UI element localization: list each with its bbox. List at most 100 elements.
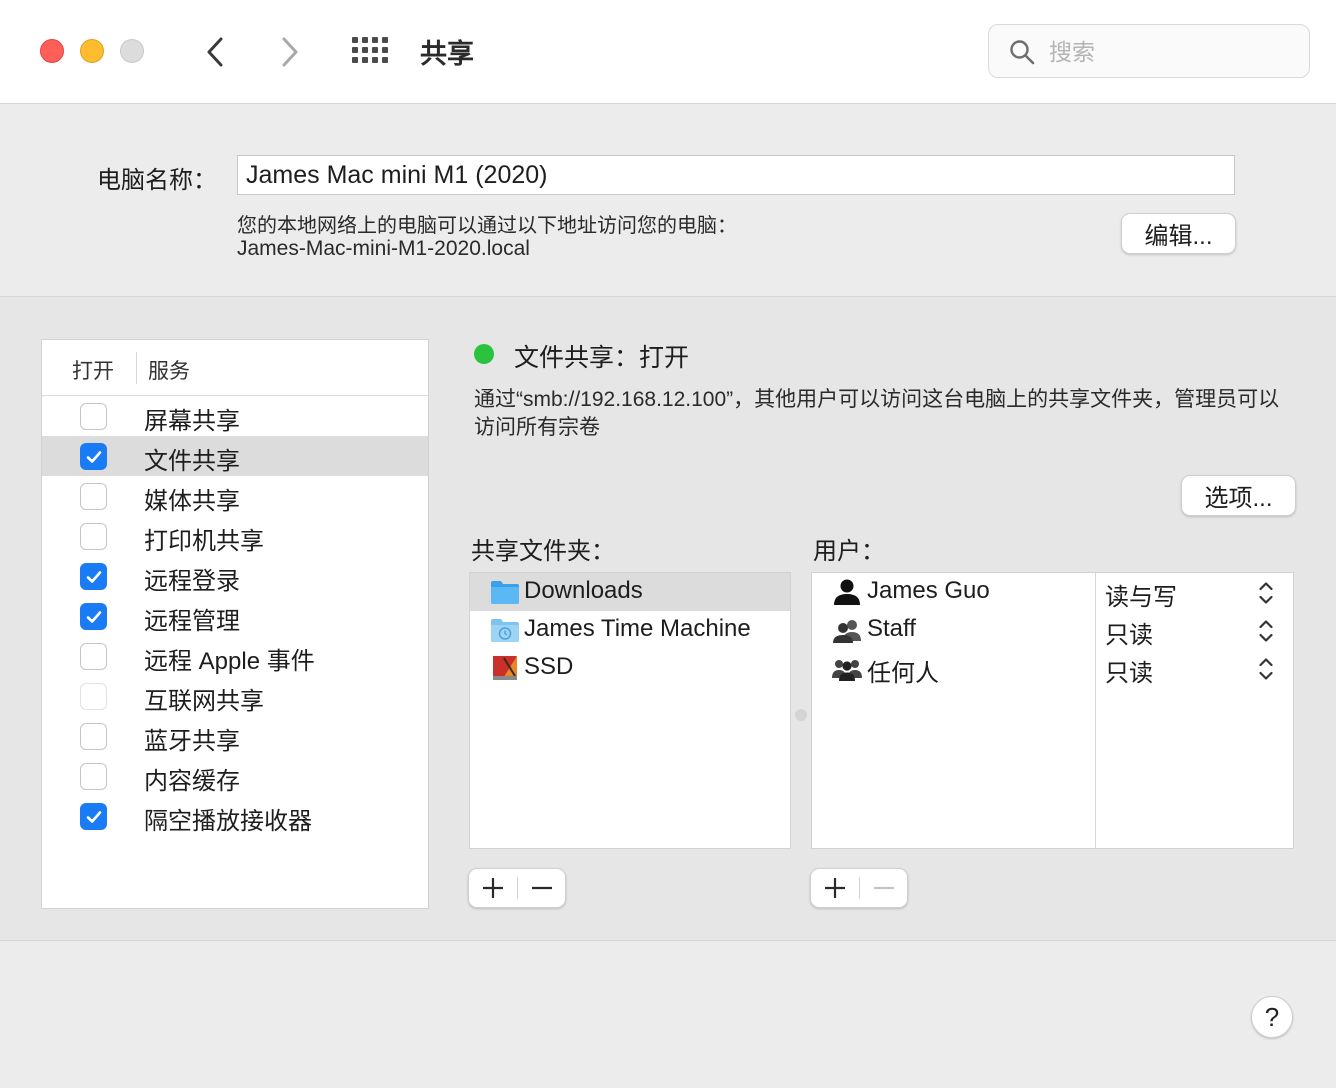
service-row[interactable]: 隔空播放接收器 xyxy=(42,796,428,836)
add-user-button[interactable] xyxy=(811,869,859,907)
service-label: 远程登录 xyxy=(144,568,240,595)
service-checkbox[interactable] xyxy=(80,563,107,590)
chevron-left-icon xyxy=(207,37,223,67)
service-checkbox[interactable] xyxy=(80,643,107,670)
user-permission-select[interactable]: 读与写 xyxy=(1105,577,1177,612)
service-checkbox[interactable] xyxy=(80,763,107,790)
user-row[interactable]: Staff 只读 xyxy=(812,611,1293,649)
user-permission-select[interactable]: 只读 xyxy=(1105,653,1153,688)
close-window-button[interactable] xyxy=(40,39,64,63)
checkmark-icon xyxy=(86,610,101,623)
service-row[interactable]: 屏幕共享 xyxy=(42,396,428,436)
service-row[interactable]: 远程 Apple 事件 xyxy=(42,636,428,676)
user-name: James Guo xyxy=(867,577,990,604)
user-row[interactable]: 任何人 只读 xyxy=(812,649,1293,687)
service-checkbox[interactable] xyxy=(80,523,107,550)
service-label: 内容缓存 xyxy=(144,768,240,795)
users-list: James Guo 读与写 Staff 只读任何人 只读 xyxy=(811,572,1294,849)
service-label: 隔空播放接收器 xyxy=(144,808,312,835)
back-button[interactable] xyxy=(193,28,237,76)
service-label: 媒体共享 xyxy=(144,488,240,515)
service-row[interactable]: 内容缓存 xyxy=(42,756,428,796)
service-checkbox[interactable] xyxy=(80,603,107,630)
everyone-icon xyxy=(832,654,862,682)
service-checkbox[interactable] xyxy=(80,803,107,830)
search-input[interactable] xyxy=(1047,35,1301,69)
status-title: 文件共享：打开 xyxy=(514,344,690,372)
shared-folders-list: Downloads James Time Machine SSD xyxy=(469,572,791,849)
minus-icon xyxy=(874,886,894,890)
folder-icon xyxy=(490,579,520,605)
pane-splitter-handle[interactable] xyxy=(795,709,807,721)
status-description: 通过“smb://192.168.12.100”，其他用户可以访问这台电脑上的共… xyxy=(474,388,1280,439)
checkmark-icon xyxy=(86,810,101,823)
service-row[interactable]: 远程登录 xyxy=(42,556,428,596)
chevron-right-icon xyxy=(282,37,298,67)
user-name: 任何人 xyxy=(867,660,939,687)
service-label: 远程管理 xyxy=(144,608,240,635)
service-label: 远程 Apple 事件 xyxy=(144,648,315,675)
shared-folders-label: 共享文件夹： xyxy=(471,538,615,565)
options-button[interactable]: 选项... xyxy=(1181,475,1296,516)
service-checkbox[interactable] xyxy=(80,403,107,430)
updown-chevron-icon[interactable] xyxy=(1258,656,1274,682)
edit-button[interactable]: 编辑... xyxy=(1121,213,1236,254)
search-field[interactable] xyxy=(988,24,1310,78)
column-header-service[interactable]: 服务 xyxy=(148,355,190,385)
user-permission-select[interactable]: 只读 xyxy=(1105,615,1153,650)
remove-folder-button[interactable] xyxy=(518,869,566,907)
plus-icon xyxy=(825,878,845,898)
zoom-window-button[interactable] xyxy=(120,39,144,63)
shared-folder-row[interactable]: Downloads xyxy=(470,573,790,611)
minimize-window-button[interactable] xyxy=(80,39,104,63)
service-checkbox[interactable] xyxy=(80,683,107,710)
user-row[interactable]: James Guo 读与写 xyxy=(812,573,1293,611)
service-label: 屏幕共享 xyxy=(144,408,240,435)
column-divider xyxy=(136,352,137,384)
shared-folder-row[interactable]: SSD xyxy=(470,649,790,687)
forward-button[interactable] xyxy=(268,28,312,76)
shared-folder-label: SSD xyxy=(524,653,574,680)
users-add-remove-control xyxy=(810,868,908,908)
services-list-header: 打开 服务 xyxy=(42,340,428,396)
toolbar: 共享 xyxy=(0,0,1336,104)
add-folder-button[interactable] xyxy=(469,869,517,907)
drive-icon xyxy=(490,655,520,681)
service-row[interactable]: 打印机共享 xyxy=(42,516,428,556)
service-label: 文件共享 xyxy=(144,448,240,475)
shared-folder-row[interactable]: James Time Machine xyxy=(470,611,790,649)
help-button[interactable]: ? xyxy=(1251,996,1293,1038)
checkmark-icon xyxy=(86,450,101,463)
computer-name-field[interactable] xyxy=(237,155,1235,195)
local-address: James-Mac-mini-M1-2020.local xyxy=(237,237,530,260)
service-label: 互联网共享 xyxy=(144,688,264,715)
updown-chevron-icon[interactable] xyxy=(1258,580,1274,606)
service-row[interactable]: 远程管理 xyxy=(42,596,428,636)
user-icon xyxy=(832,578,862,606)
shared-folder-label: James Time Machine xyxy=(524,615,751,642)
search-icon xyxy=(1010,40,1035,65)
group-icon xyxy=(832,616,862,644)
computer-name-label: 电脑名称： xyxy=(97,167,217,194)
status-indicator xyxy=(474,344,494,364)
plus-icon xyxy=(483,878,503,898)
service-row[interactable]: 蓝牙共享 xyxy=(42,716,428,756)
service-checkbox[interactable] xyxy=(80,443,107,470)
service-checkbox[interactable] xyxy=(80,483,107,510)
remove-user-button[interactable] xyxy=(860,869,908,907)
shared-folder-label: Downloads xyxy=(524,577,643,604)
updown-chevron-icon[interactable] xyxy=(1258,618,1274,644)
service-row[interactable]: 文件共享 xyxy=(42,436,428,476)
service-row[interactable]: 互联网共享 xyxy=(42,676,428,716)
service-checkbox[interactable] xyxy=(80,723,107,750)
service-label: 蓝牙共享 xyxy=(144,728,240,755)
time-machine-folder-icon xyxy=(490,617,520,643)
minus-icon xyxy=(532,886,552,890)
show-all-grid-icon[interactable] xyxy=(352,37,390,67)
column-header-on[interactable]: 打开 xyxy=(72,355,114,385)
window-title: 共享 xyxy=(420,39,474,69)
service-row[interactable]: 媒体共享 xyxy=(42,476,428,516)
checkmark-icon xyxy=(86,570,101,583)
services-list: 打开 服务 屏幕共享文件共享媒体共享 打印机共享远程登录远程管理远程 Apple … xyxy=(41,339,429,909)
users-label: 用户： xyxy=(813,538,885,565)
